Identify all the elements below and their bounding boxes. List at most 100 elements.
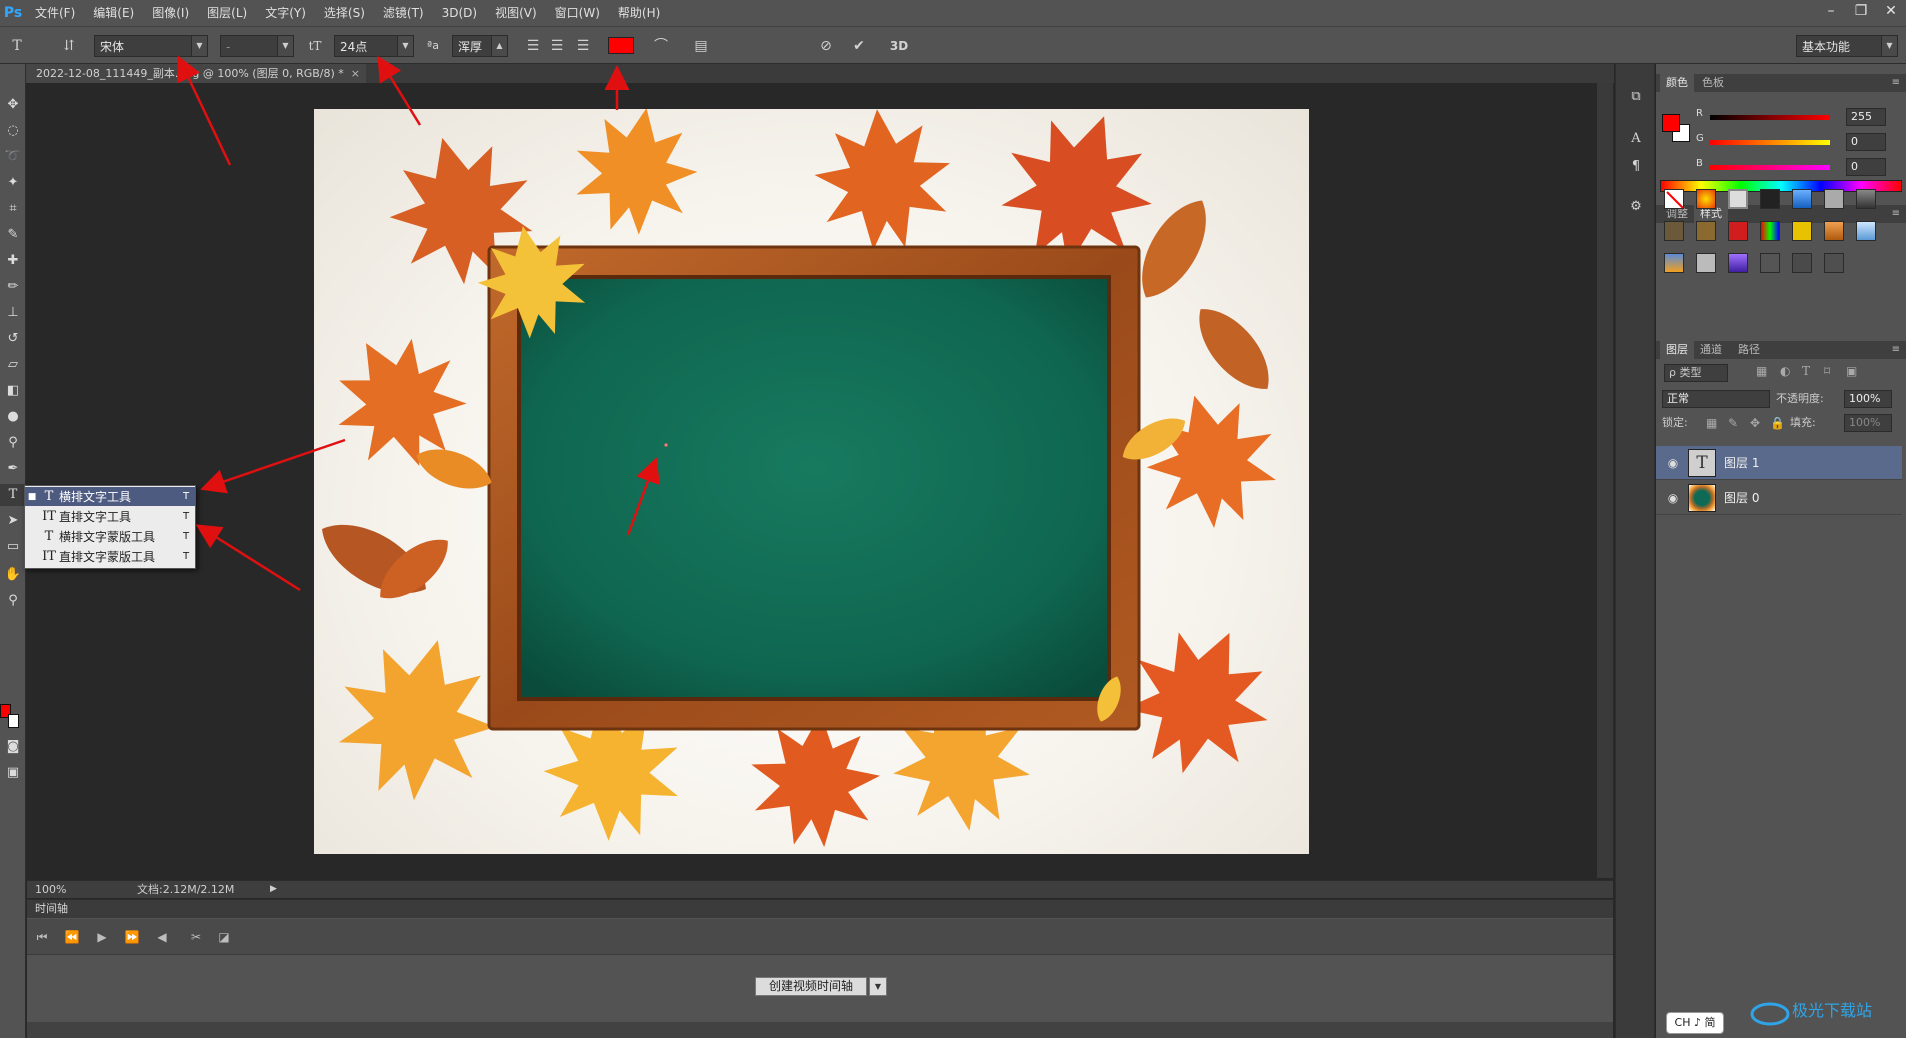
style-none[interactable] — [1664, 189, 1684, 209]
vertical-scrollbar[interactable] — [1597, 83, 1613, 878]
flyout-vertical-type-tool[interactable]: IT 直排文字工具 T — [25, 507, 195, 526]
cancel-icon[interactable]: ⊘ — [815, 35, 837, 57]
panel-menu-icon[interactable]: ≡ — [1892, 205, 1900, 223]
align-right-icon[interactable]: ☰ — [572, 35, 594, 57]
style-swatch[interactable] — [1728, 253, 1748, 273]
shape-tool-icon[interactable]: ▭ — [0, 536, 26, 558]
eraser-tool-icon[interactable]: ▱ — [0, 354, 26, 376]
properties-panel-icon[interactable]: ⚙ — [1625, 196, 1647, 218]
type-tool-icon[interactable]: T — [0, 484, 26, 506]
blue-value[interactable]: 0 — [1846, 158, 1886, 176]
warp-text-icon[interactable]: ⌒ — [650, 35, 672, 57]
hand-tool-icon[interactable]: ✋ — [0, 564, 26, 586]
style-swatch[interactable] — [1760, 189, 1780, 209]
blend-mode-select[interactable]: 正常 — [1662, 390, 1770, 408]
style-swatch[interactable] — [1792, 253, 1812, 273]
red-track[interactable] — [1710, 115, 1830, 120]
blue-track[interactable] — [1710, 165, 1830, 170]
tab-paths[interactable]: 路径 — [1732, 341, 1766, 359]
magic-wand-tool-icon[interactable]: ✦ — [0, 172, 26, 194]
zoom-level[interactable]: 100% — [35, 881, 66, 898]
menu-image[interactable]: 图像(I) — [143, 0, 198, 26]
path-select-tool-icon[interactable]: ➤ — [0, 510, 26, 532]
style-swatch[interactable] — [1696, 221, 1716, 241]
history-panel-icon[interactable]: ⧉ — [1625, 86, 1647, 108]
align-left-icon[interactable]: ☰ — [522, 35, 544, 57]
audio-icon[interactable]: ◀ — [151, 927, 173, 947]
style-swatch[interactable] — [1824, 221, 1844, 241]
menu-view[interactable]: 视图(V) — [486, 0, 546, 26]
restore-button[interactable]: ❐ — [1846, 0, 1876, 22]
paragraph-panel-icon[interactable]: ¶ — [1625, 156, 1647, 178]
font-size-select[interactable]: 24点 ▼ — [334, 35, 414, 57]
font-style-select[interactable]: - ▼ — [220, 35, 294, 57]
character-panel-icon[interactable]: ▤ — [690, 35, 712, 57]
history-brush-tool-icon[interactable]: ↺ — [0, 328, 26, 350]
character-panel-icon[interactable]: A — [1625, 128, 1647, 150]
create-video-timeline-button[interactable]: 创建视频时间轴 — [755, 977, 867, 996]
menu-file[interactable]: 文件(F) — [26, 0, 84, 26]
background-color[interactable] — [8, 714, 19, 728]
tab-swatches[interactable]: 色板 — [1696, 74, 1730, 92]
eye-icon[interactable]: ◉ — [1664, 454, 1682, 472]
flyout-vertical-type-mask-tool[interactable]: IT 直排文字蒙版工具 T — [25, 547, 195, 566]
stamp-tool-icon[interactable]: ⊥ — [0, 302, 26, 324]
blue-slider[interactable]: B 0 — [1696, 158, 1901, 178]
layer-name[interactable]: 图层 1 — [1724, 446, 1759, 480]
menu-layer[interactable]: 图层(L) — [198, 0, 256, 26]
fill-input[interactable]: 100% — [1844, 414, 1892, 432]
move-tool-icon[interactable]: ✥ — [0, 94, 26, 116]
green-track[interactable] — [1710, 140, 1830, 145]
color-panel-foreground[interactable] — [1662, 114, 1680, 132]
close-icon[interactable]: × — [351, 64, 360, 83]
style-swatch[interactable] — [1696, 253, 1716, 273]
text-color-swatch[interactable] — [608, 37, 634, 54]
document-image[interactable] — [314, 109, 1309, 854]
blur-tool-icon[interactable]: ● — [0, 406, 26, 428]
style-swatch[interactable] — [1664, 221, 1684, 241]
red-slider[interactable]: R 255 — [1696, 108, 1901, 128]
lasso-tool-icon[interactable]: ➰ — [0, 146, 26, 168]
menu-edit[interactable]: 编辑(E) — [84, 0, 143, 26]
eye-icon[interactable]: ◉ — [1664, 489, 1682, 507]
brush-tool-icon[interactable]: ✏ — [0, 276, 26, 298]
pen-tool-icon[interactable]: ✒ — [0, 458, 26, 480]
crop-tool-icon[interactable]: ⌗ — [0, 198, 26, 220]
filter-adjustment-icon[interactable]: ◐ — [1780, 364, 1790, 378]
flyout-horizontal-type-mask-tool[interactable]: T 横排文字蒙版工具 T — [25, 527, 195, 546]
tab-layers[interactable]: 图层 — [1660, 341, 1694, 359]
prev-frame-icon[interactable]: ⏪ — [61, 927, 83, 947]
layer-row[interactable]: ◉ 图层 0 — [1656, 481, 1902, 515]
style-swatch[interactable] — [1728, 221, 1748, 241]
tab-color[interactable]: 颜色 — [1660, 74, 1694, 92]
workspace-select[interactable]: 基本功能 ▼ — [1796, 35, 1898, 57]
lock-move-icon[interactable]: ✥ — [1750, 414, 1760, 432]
style-swatch[interactable] — [1792, 221, 1812, 241]
close-button[interactable]: ✕ — [1876, 0, 1906, 22]
style-swatch[interactable] — [1664, 253, 1684, 273]
panel-menu-icon[interactable]: ≡ — [1892, 74, 1900, 92]
minimize-button[interactable]: – — [1816, 0, 1846, 22]
style-swatch[interactable] — [1856, 189, 1876, 209]
layer-filter-select[interactable]: ρ 类型 — [1664, 364, 1728, 382]
tab-channels[interactable]: 通道 — [1694, 341, 1728, 359]
first-frame-icon[interactable]: ⏮ — [31, 927, 53, 947]
filter-type-icon[interactable]: T — [1802, 364, 1810, 378]
play-icon[interactable]: ▶ — [91, 927, 113, 947]
filter-smart-object-icon[interactable]: ▣ — [1846, 364, 1857, 378]
toggle-orientation-icon[interactable]: ⇵ — [58, 35, 80, 57]
opacity-input[interactable]: 100% — [1844, 390, 1892, 408]
triangle-right-icon[interactable]: ▶ — [270, 881, 277, 898]
filter-pixel-icon[interactable]: ▦ — [1756, 364, 1767, 378]
style-swatch[interactable] — [1856, 221, 1876, 241]
menu-filter[interactable]: 滤镜(T) — [374, 0, 433, 26]
style-swatch[interactable] — [1792, 189, 1812, 209]
menu-type[interactable]: 文字(Y) — [256, 0, 315, 26]
marquee-tool-icon[interactable]: ◌ — [0, 120, 26, 142]
menu-select[interactable]: 选择(S) — [315, 0, 374, 26]
lock-transparency-icon[interactable]: ▦ — [1706, 414, 1717, 432]
eyedropper-tool-icon[interactable]: ✎ — [0, 224, 26, 246]
screen-mode-icon[interactable]: ▣ — [0, 762, 26, 784]
align-center-icon[interactable]: ☰ — [546, 35, 568, 57]
lock-all-icon[interactable]: 🔒 — [1770, 414, 1785, 432]
